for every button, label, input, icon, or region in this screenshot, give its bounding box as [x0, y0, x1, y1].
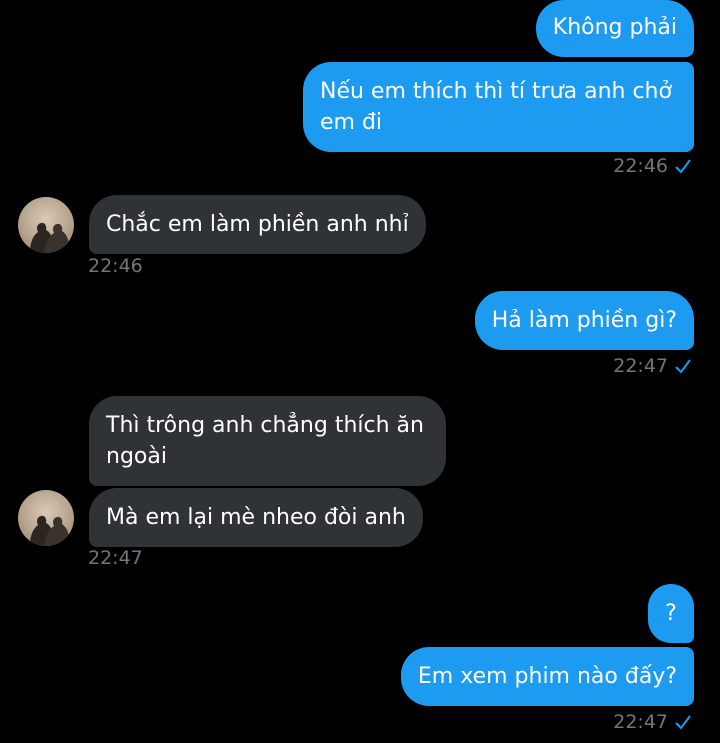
- message-text: Không phải: [552, 15, 677, 40]
- check-icon: [675, 715, 691, 730]
- message-meta: 22:46: [613, 155, 692, 177]
- message-bubble-incoming[interactable]: Thì trông anh chẳng thích ăn ngoài: [89, 396, 446, 486]
- avatar[interactable]: [18, 197, 74, 253]
- message-bubble-outgoing[interactable]: Nếu em thích thì tí trưa anh chở em đi: [303, 62, 694, 152]
- message-timestamp: 22:46: [88, 255, 143, 277]
- message-bubble-incoming[interactable]: Mà em lại mè nheo đòi anh: [89, 488, 423, 547]
- message-bubble-outgoing[interactable]: Không phải: [535, 0, 694, 57]
- message-text: ?: [665, 601, 677, 626]
- message-meta: 22:46: [88, 255, 143, 277]
- message-text: Nếu em thích thì tí trưa anh chở em đi: [320, 79, 672, 135]
- message-text: Em xem phim nào đấy?: [417, 664, 677, 689]
- message-meta: 22:47: [613, 355, 692, 377]
- avatar[interactable]: [18, 490, 74, 546]
- message-timestamp: 22:47: [88, 547, 143, 569]
- message-bubble-outgoing[interactable]: Em xem phim nào đấy?: [400, 647, 694, 706]
- message-text: Thì trông anh chẳng thích ăn ngoài: [106, 413, 424, 469]
- message-bubble-incoming[interactable]: Chắc em làm phiền anh nhỉ: [89, 195, 426, 254]
- message-text: Mà em lại mè nheo đòi anh: [106, 505, 406, 530]
- message-text: Hả làm phiền gì?: [491, 308, 677, 333]
- message-bubble-outgoing[interactable]: Hả làm phiền gì?: [474, 291, 694, 350]
- message-meta: 22:47: [88, 547, 143, 569]
- avatar-image: [30, 222, 70, 253]
- message-timestamp: 22:47: [613, 355, 668, 377]
- message-text: Chắc em làm phiền anh nhỉ: [106, 212, 409, 237]
- message-timestamp: 22:46: [613, 155, 668, 177]
- avatar-image: [30, 515, 70, 546]
- check-icon: [675, 359, 691, 374]
- check-icon: [675, 159, 691, 174]
- message-meta: 22:47: [613, 711, 692, 733]
- message-timestamp: 22:47: [613, 711, 668, 733]
- message-bubble-outgoing[interactable]: ?: [648, 584, 694, 643]
